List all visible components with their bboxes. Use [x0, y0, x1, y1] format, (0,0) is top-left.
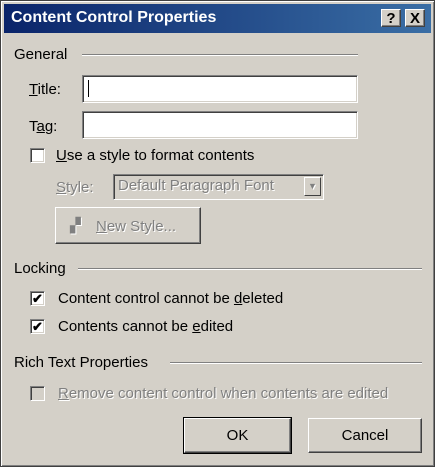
general-section-label: General: [14, 46, 68, 63]
cannot-edit-checkbox[interactable]: ✔: [30, 319, 45, 334]
style-select[interactable]: Default Paragraph Font ▼: [113, 174, 324, 200]
cannot-delete-label[interactable]: Content control cannot be deleted: [58, 290, 283, 307]
title-field-label: Title:: [29, 81, 61, 98]
check-icon: ✔: [32, 319, 43, 334]
dialog-title: Content Control Properties: [11, 9, 217, 26]
chevron-down-icon[interactable]: ▼: [304, 177, 321, 196]
style-select-value: Default Paragraph Font: [118, 177, 274, 194]
cannot-delete-checkbox[interactable]: ✔: [30, 291, 45, 306]
general-divider: [82, 54, 358, 56]
locking-divider: [78, 268, 422, 270]
new-style-icon: ▞: [70, 217, 81, 233]
remove-when-edited-label[interactable]: Remove content control when contents are…: [58, 385, 388, 402]
title-input[interactable]: [82, 75, 358, 103]
new-style-label: New Style...: [96, 218, 177, 235]
remove-when-edited-checkbox[interactable]: [30, 386, 45, 401]
cannot-edit-label[interactable]: Contents cannot be edited: [58, 318, 233, 335]
use-style-checkbox[interactable]: [30, 148, 45, 163]
rich-text-section-label: Rich Text Properties: [14, 354, 148, 371]
help-button[interactable]: ?: [381, 9, 401, 27]
title-bar: Content Control Properties ? X: [4, 4, 431, 33]
new-style-button[interactable]: ▞ New Style...: [55, 207, 201, 244]
content-control-properties-dialog: Content Control Properties ? X General T…: [0, 0, 435, 467]
style-field-label: Style:: [56, 179, 94, 196]
tag-input[interactable]: [82, 111, 358, 139]
locking-section-label: Locking: [14, 260, 66, 277]
ok-button[interactable]: OK: [183, 417, 292, 454]
check-icon: ✔: [32, 291, 43, 306]
rich-text-divider: [170, 362, 422, 364]
close-button[interactable]: X: [405, 9, 425, 27]
text-caret: [88, 80, 89, 97]
tag-field-label: Tag:: [29, 118, 58, 135]
use-style-label[interactable]: Use a style to format contents: [56, 147, 254, 164]
cancel-button[interactable]: Cancel: [308, 418, 422, 453]
